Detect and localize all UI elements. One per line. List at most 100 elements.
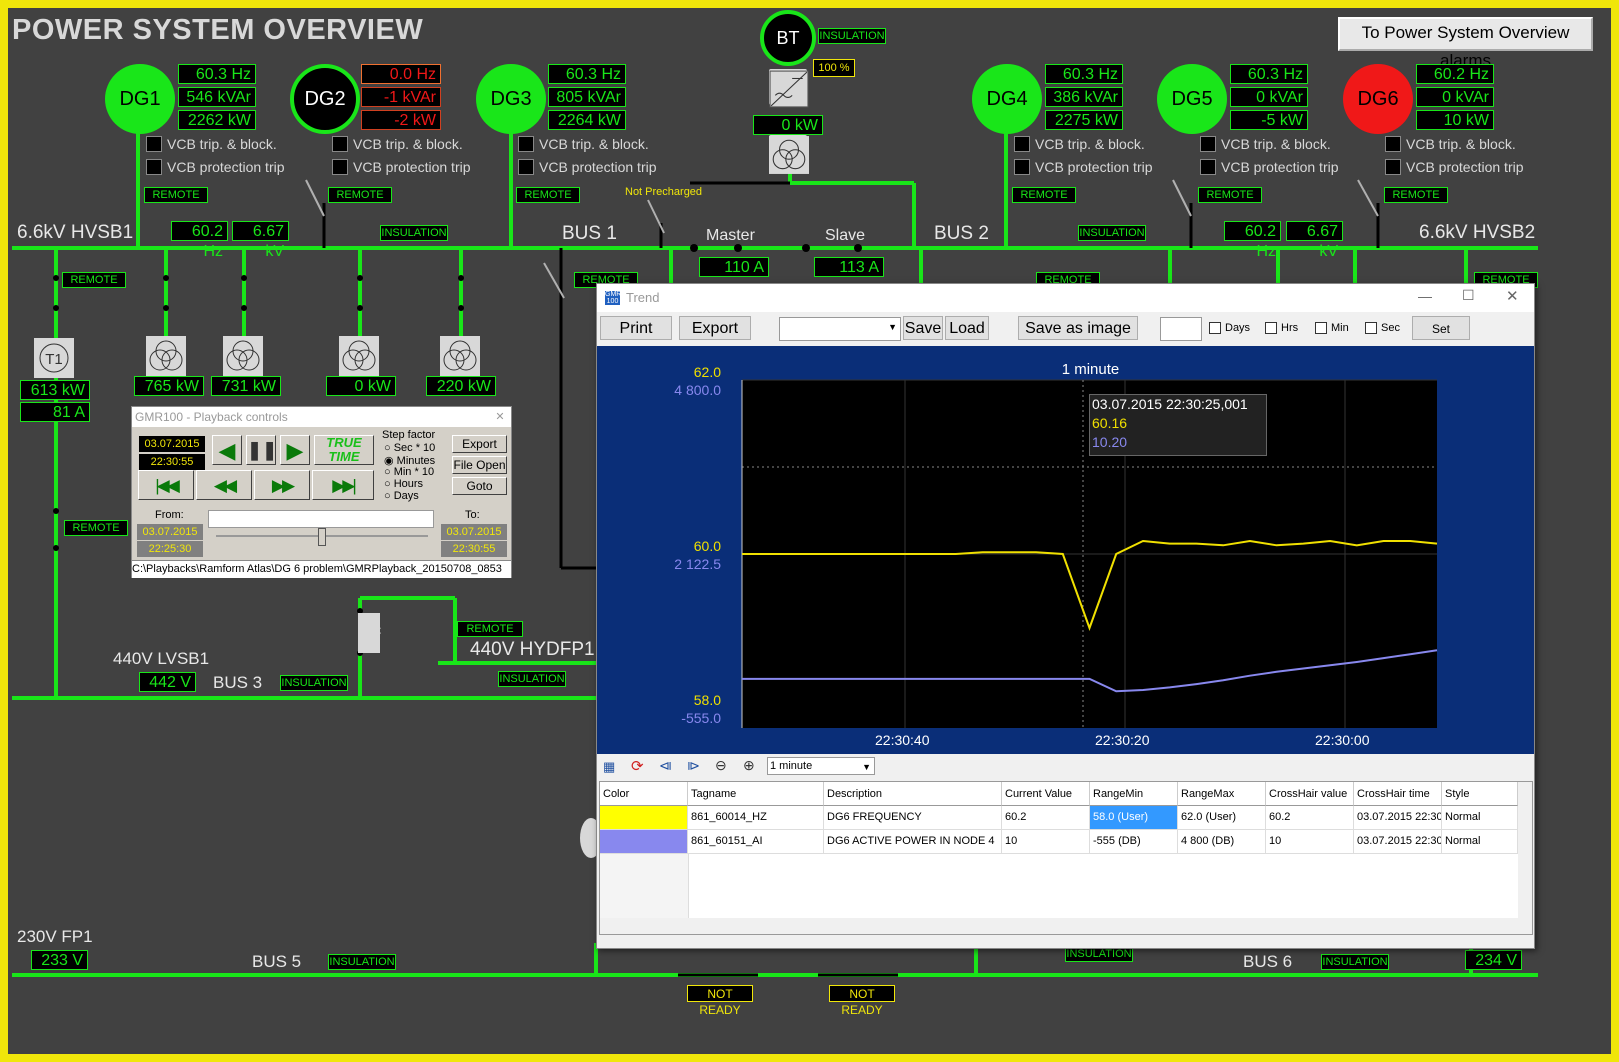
row2-style[interactable]: Normal bbox=[1442, 830, 1518, 854]
dg2-trip-checkbox[interactable] bbox=[332, 136, 348, 152]
col-crosshair-value[interactable]: CrossHair value bbox=[1266, 782, 1354, 806]
row1-description[interactable]: DG6 FREQUENCY bbox=[824, 806, 1002, 830]
load-button[interactable]: Load bbox=[945, 316, 989, 340]
bus3-insulation-tag[interactable]: INSULATION bbox=[280, 675, 348, 691]
maximize-icon[interactable]: ☐ bbox=[1462, 287, 1475, 304]
row2-range-min[interactable]: -555 (DB) bbox=[1090, 830, 1178, 854]
row2-current[interactable]: 10 bbox=[1002, 830, 1090, 854]
row2-crosshair-value[interactable]: 10 bbox=[1266, 830, 1354, 854]
dg5-remote-tag[interactable]: REMOTE bbox=[1198, 187, 1262, 203]
step-min10-radio[interactable]: ○ Min * 10 bbox=[384, 466, 434, 478]
dg3-circle[interactable]: DG3 bbox=[476, 64, 546, 134]
row1-tagname[interactable]: 861_60014_HZ bbox=[688, 806, 824, 830]
row2-range-max[interactable]: 4 800 (DB) bbox=[1178, 830, 1266, 854]
dg2-prot-checkbox[interactable] bbox=[332, 159, 348, 175]
dg3-prot-checkbox[interactable] bbox=[518, 159, 534, 175]
t1-transformer-icon[interactable]: T1 bbox=[34, 338, 74, 378]
fast-forward-icon[interactable]: ▶▶ bbox=[254, 470, 310, 500]
dg6-prot-checkbox[interactable] bbox=[1385, 159, 1401, 175]
file-open-button[interactable]: File Open bbox=[452, 456, 507, 474]
feeder4-transformer-icon[interactable] bbox=[440, 336, 480, 376]
hydfp1-insulation-tag[interactable]: INSULATION bbox=[498, 671, 566, 687]
trend-select[interactable]: ▼ bbox=[779, 317, 901, 341]
row2-description[interactable]: DG6 ACTIVE POWER IN NODE 4 bbox=[824, 830, 1002, 854]
zoom-select[interactable]: 1 minute ▼ bbox=[767, 757, 875, 775]
skip-start-icon[interactable]: |◀◀ bbox=[138, 470, 194, 500]
col-tagname[interactable]: Tagname bbox=[688, 782, 824, 806]
export-button[interactable]: Export bbox=[679, 316, 751, 340]
feeder1-transformer-icon[interactable] bbox=[146, 336, 186, 376]
table-vertical-scrollbar[interactable] bbox=[1518, 782, 1532, 918]
skip-end-icon[interactable]: ▶▶| bbox=[312, 470, 374, 500]
dg4-trip-checkbox[interactable] bbox=[1014, 136, 1030, 152]
zoom-in-icon[interactable]: ⊕ bbox=[743, 757, 755, 774]
sec-checkbox[interactable] bbox=[1365, 322, 1377, 334]
playback-scrollbar[interactable] bbox=[208, 510, 434, 528]
step-sec10-radio[interactable]: ○ Sec * 10 bbox=[384, 442, 435, 454]
row1-crosshair-value[interactable]: 60.2 bbox=[1266, 806, 1354, 830]
play-back-icon[interactable]: ◀ bbox=[212, 435, 242, 465]
dg4-remote-tag[interactable]: REMOTE bbox=[1012, 187, 1076, 203]
dg4-circle[interactable]: DG4 bbox=[972, 64, 1042, 134]
set-button[interactable]: Set bbox=[1412, 316, 1470, 340]
minimize-icon[interactable]: — bbox=[1418, 288, 1432, 304]
bus6-insulation-tag[interactable]: INSULATION bbox=[1321, 954, 1389, 970]
print-button[interactable]: Print bbox=[600, 316, 672, 340]
col-description[interactable]: Description bbox=[824, 782, 1002, 806]
col-current-value[interactable]: Current Value bbox=[1002, 782, 1090, 806]
col-style[interactable]: Style bbox=[1442, 782, 1518, 806]
dg1-circle[interactable]: DG1 bbox=[105, 64, 175, 134]
dg6-remote-tag[interactable]: REMOTE bbox=[1384, 187, 1448, 203]
step-forward-icon[interactable]: ⧐ bbox=[687, 758, 700, 774]
dg2-remote-tag[interactable]: REMOTE bbox=[328, 187, 392, 203]
play-forward-icon[interactable]: ▶ bbox=[280, 435, 310, 465]
playback-export-button[interactable]: Export bbox=[452, 435, 507, 453]
col-crosshair-time[interactable]: CrossHair time bbox=[1354, 782, 1442, 806]
col-range-min[interactable]: RangeMin bbox=[1090, 782, 1178, 806]
hvsb2-insulation-tag[interactable]: INSULATION bbox=[1078, 225, 1146, 241]
row2-tagname[interactable]: 861_60151_AI bbox=[688, 830, 824, 854]
hrs-checkbox[interactable] bbox=[1265, 322, 1277, 334]
row2-color-swatch[interactable] bbox=[600, 830, 688, 854]
dg1-trip-checkbox[interactable] bbox=[146, 136, 162, 152]
true-time-button[interactable]: TRUE TIME bbox=[314, 435, 374, 465]
refresh-icon[interactable]: ⟳ bbox=[631, 757, 644, 775]
dg3-trip-checkbox[interactable] bbox=[518, 136, 534, 152]
close-icon[interactable]: ✕ bbox=[1506, 287, 1519, 305]
row1-color-swatch[interactable] bbox=[600, 806, 688, 830]
pause-icon[interactable]: ❚❚ bbox=[246, 435, 277, 465]
hydfp1-remote-tag[interactable]: REMOTE bbox=[457, 621, 523, 637]
bt-insulation-tag[interactable]: INSULATION bbox=[818, 28, 886, 44]
step-hours-radio[interactable]: ○ Hours bbox=[384, 478, 423, 490]
save-button[interactable]: Save bbox=[903, 316, 943, 340]
rewind-icon[interactable]: ◀◀ bbox=[196, 470, 252, 500]
dg4-prot-checkbox[interactable] bbox=[1014, 159, 1030, 175]
goto-button[interactable]: Goto bbox=[452, 477, 507, 495]
dg5-circle[interactable]: DG5 bbox=[1157, 64, 1227, 134]
trend-titlebar[interactable] bbox=[597, 284, 1534, 312]
days-checkbox[interactable] bbox=[1209, 322, 1221, 334]
col-color[interactable]: Color bbox=[600, 782, 688, 806]
row1-current[interactable]: 60.2 bbox=[1002, 806, 1090, 830]
feeder3-transformer-icon[interactable] bbox=[339, 336, 379, 376]
dg6-circle[interactable]: DG6 bbox=[1343, 64, 1413, 134]
t1-remote-tag[interactable]: REMOTE bbox=[62, 272, 126, 288]
save-as-image-button[interactable]: Save as image bbox=[1018, 316, 1138, 340]
dg1-prot-checkbox[interactable] bbox=[146, 159, 162, 175]
step-back-icon[interactable]: ⧏ bbox=[659, 758, 672, 774]
hvsb1-insulation-tag[interactable]: INSULATION bbox=[380, 225, 448, 241]
dg5-trip-checkbox[interactable] bbox=[1200, 136, 1216, 152]
dg2-circle[interactable]: DG2 bbox=[290, 64, 360, 134]
table-icon[interactable]: ▦ bbox=[603, 759, 615, 775]
min-checkbox[interactable] bbox=[1315, 322, 1327, 334]
dg6-trip-checkbox[interactable] bbox=[1385, 136, 1401, 152]
col-range-max[interactable]: RangeMax bbox=[1178, 782, 1266, 806]
dg1-remote-tag[interactable]: REMOTE bbox=[144, 187, 208, 203]
dg3-remote-tag[interactable]: REMOTE bbox=[516, 187, 580, 203]
period-input[interactable] bbox=[1160, 317, 1202, 341]
row1-range-max[interactable]: 62.0 (User) bbox=[1178, 806, 1266, 830]
zoom-out-icon[interactable]: ⊖ bbox=[715, 757, 727, 774]
lv-remote-tag[interactable]: REMOTE bbox=[64, 520, 128, 536]
row2-crosshair-time[interactable]: 03.07.2015 22:30 bbox=[1354, 830, 1442, 854]
playback-slider-thumb[interactable] bbox=[318, 528, 326, 546]
